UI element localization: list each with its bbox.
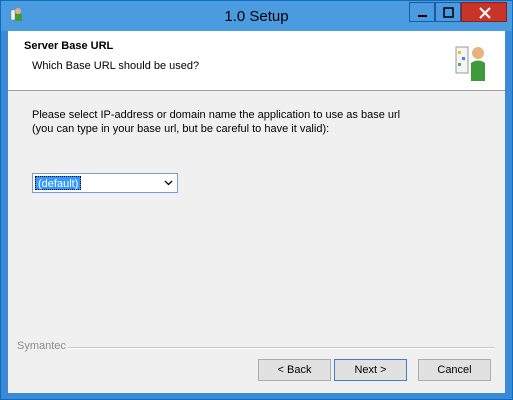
minimize-icon [418,15,427,17]
minimize-button[interactable] [409,2,435,22]
close-button[interactable] [461,2,507,22]
maximize-icon [443,7,454,18]
instruction-text-line-2: (you can type in your base url, but be c… [32,123,330,135]
page-subtitle: Which Base URL should be used? [32,60,200,72]
title-bar[interactable]: 1.0 Setup [1,1,512,31]
base-url-select-value: (default) [35,176,82,190]
page-title: Server Base URL [24,40,114,52]
dialog-client-area: Server Base URL Which Base URL should be… [8,31,505,393]
brand-label: Symantec [17,340,66,352]
base-url-select[interactable]: (default) [32,173,178,193]
footer-divider [68,347,495,349]
instruction-text-line-1: Please select IP-address or domain name … [32,109,401,121]
close-icon [479,7,491,19]
chevron-down-icon [164,180,173,186]
next-button[interactable]: Next > [334,359,407,381]
cancel-button[interactable]: Cancel [418,359,491,381]
maximize-button[interactable] [435,2,461,22]
wizard-header: Server Base URL Which Base URL should be… [8,31,505,91]
back-button[interactable]: < Back [258,359,331,381]
setup-window: 1.0 Setup Server Base URL Which Base URL… [0,0,513,400]
installer-person-icon [455,46,485,81]
